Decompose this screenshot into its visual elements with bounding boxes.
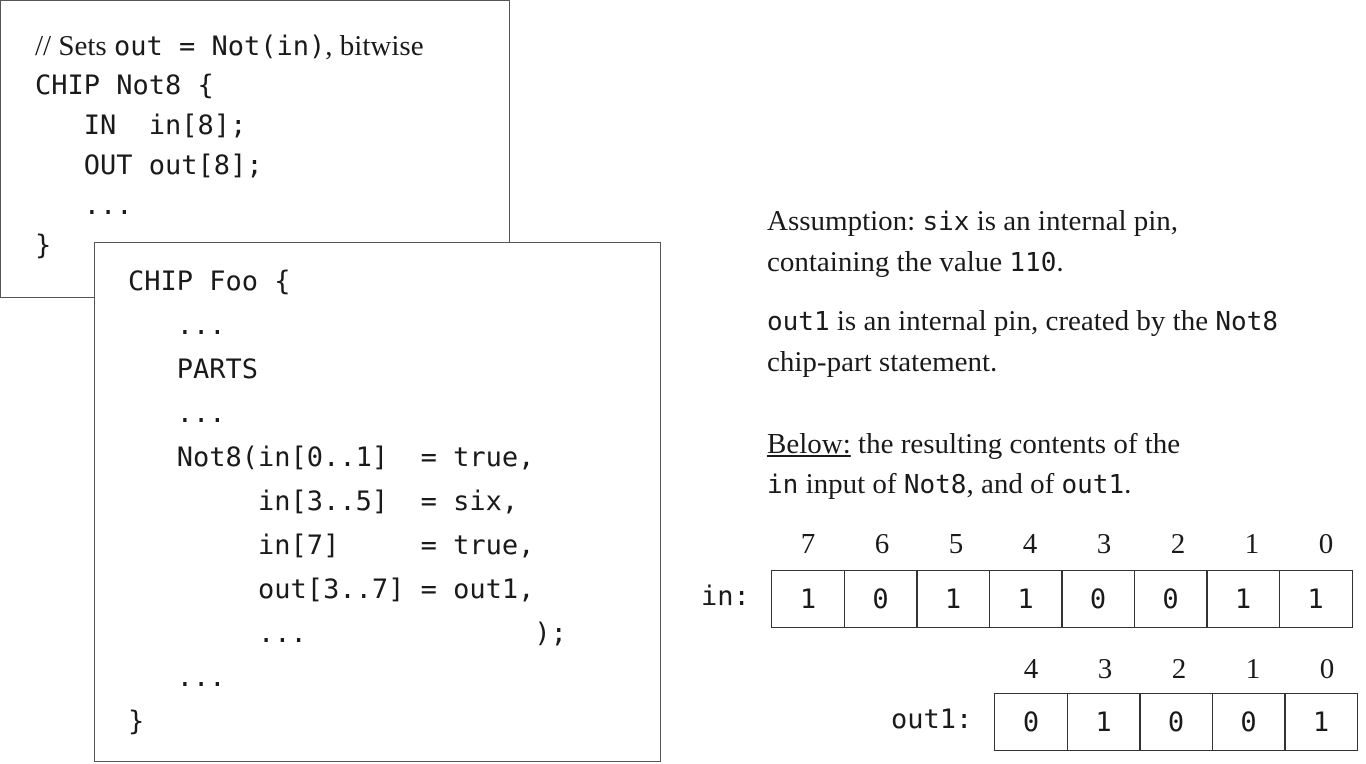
bit-index: 1 (1245, 653, 1261, 685)
note-code: out1 (767, 307, 830, 337)
note-code: Not8 (903, 470, 967, 500)
code-line: CHIP Not8 { (35, 70, 214, 101)
code-line: Not8(in[0..1] = true, (128, 442, 535, 473)
code-line: ... (35, 190, 133, 221)
bit-cell: 1 (988, 570, 1063, 628)
bit-cell: 1 (1066, 693, 1141, 751)
code-line: in[7] = true, (128, 530, 535, 561)
comment-suffix: , bitwise (325, 30, 424, 62)
bit-index: 7 (800, 528, 816, 560)
bit-index: 0 (1319, 653, 1335, 685)
bit-cell: 1 (1284, 693, 1358, 751)
code-line: ... (128, 310, 226, 341)
note-text: the resulting contents of the (850, 428, 1181, 460)
code-line: IN in[8]; (35, 110, 247, 141)
in-bit-indices: 7 6 5 4 3 2 1 0 (771, 528, 1363, 561)
note-underlined: Below: (767, 428, 851, 460)
bit-index: 2 (1171, 653, 1187, 685)
note-code: out1 (1061, 470, 1125, 500)
bit-index: 1 (1244, 528, 1260, 560)
bit-cell: 1 (916, 570, 990, 628)
bit-index: 0 (1318, 528, 1334, 560)
bit-index: 3 (1096, 528, 1112, 560)
bit-cell: 1 (1206, 570, 1280, 628)
not8-comment-line: // Sets out = Not(in), bitwise (35, 26, 424, 66)
note-text: input of (798, 468, 904, 500)
code-line: in[3..5] = six, (128, 486, 519, 517)
note-text: . (1124, 468, 1132, 500)
below-note: Below: the resulting contents of the in … (767, 424, 1180, 505)
code-line: } (128, 706, 145, 737)
assumption-note: Assumption: six is an internal pin, cont… (767, 201, 1178, 283)
bit-cell: 0 (1139, 693, 1213, 751)
foo-code: CHIP Foo { ... PARTS ... Not8(in[0..1] =… (128, 260, 567, 744)
bit-index: 6 (874, 528, 890, 560)
bit-cell: 1 (771, 570, 845, 628)
bit-cell: 0 (1061, 570, 1135, 628)
bit-index: 3 (1097, 653, 1113, 685)
out1-bit-indices: 4 3 2 1 0 (994, 653, 1364, 686)
out1-note: out1 is an internal pin, created by the … (767, 301, 1278, 382)
note-text: containing the value (767, 246, 1010, 278)
note-code: in (767, 470, 799, 500)
code-line: OUT out[8]; (35, 150, 263, 181)
note-text: , and of (966, 468, 1062, 500)
bit-cell: 0 (1211, 693, 1286, 751)
code-line: CHIP Foo { (128, 266, 291, 297)
note-text: . (1056, 246, 1064, 278)
comment-code: out = Not(in) (113, 31, 326, 62)
bit-index: 2 (1170, 528, 1186, 560)
note-code: Not8 (1215, 307, 1278, 337)
note-code: 110 (1009, 248, 1057, 278)
out1-register: 0 1 0 0 1 (994, 693, 1366, 751)
in-register: 1 0 1 1 0 0 1 1 (771, 570, 1366, 628)
note-text: chip-part statement. (767, 346, 998, 378)
note-text: is an internal pin, created by the (829, 305, 1216, 337)
bit-cell: 0 (994, 693, 1068, 751)
note-code: six (922, 207, 970, 237)
code-line: PARTS (128, 354, 259, 385)
code-line: out[3..7] = out1, (128, 574, 535, 605)
code-line: ... (128, 398, 226, 429)
note-text: Assumption: (767, 205, 923, 237)
in-register-label: in: (701, 581, 750, 612)
bit-index: 5 (948, 528, 964, 560)
note-text: is an internal pin, (969, 205, 1179, 237)
code-line: ... (128, 662, 226, 693)
bit-index: 4 (1022, 528, 1038, 560)
bit-cell: 0 (843, 570, 918, 628)
code-line: ... ); (128, 618, 567, 649)
bit-index: 4 (1023, 653, 1039, 685)
bit-cell: 1 (1278, 570, 1353, 628)
comment-prefix: // Sets (35, 30, 114, 62)
not8-code: // Sets out = Not(in), bitwise CHIP Not8… (35, 26, 424, 266)
bit-cell: 0 (1133, 570, 1208, 628)
out1-register-label: out1: (891, 704, 973, 735)
